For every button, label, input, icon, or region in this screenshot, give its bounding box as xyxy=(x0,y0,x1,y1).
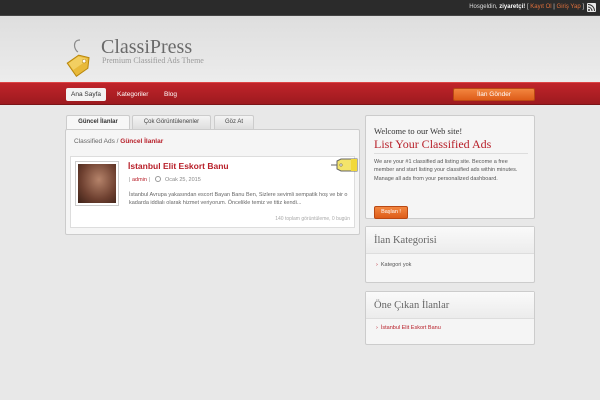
featured-link[interactable]: İstanbul Elit Eskort Banu xyxy=(381,325,441,331)
tab-browse[interactable]: Göz At xyxy=(214,115,254,129)
listing-date: Ocak 25, 2015 xyxy=(164,177,201,183)
main-area: Güncel İlanlar Çok Görüntülenenler Göz A… xyxy=(0,105,600,400)
list-item: › Kategori yok xyxy=(376,262,411,268)
price-tag-icon xyxy=(331,158,358,172)
featured-widget-title: Öne Çıkan İlanlar xyxy=(374,300,450,311)
category-widget-title: İlan Kategorisi xyxy=(374,235,437,246)
listings-panel: Classified Ads / Güncel İlanlar İstanbul… xyxy=(65,129,360,235)
user-greeting: Hosgeldin, ziyaretçi! [ Kayıt Ol | Giriş… xyxy=(469,4,584,10)
main-nav: Ana Sayfa Kategoriler Blog İlan Gönder xyxy=(0,82,600,105)
listing-thumbnail[interactable] xyxy=(75,161,119,206)
start-button[interactable]: Başlan ! xyxy=(374,206,408,219)
divider xyxy=(374,153,528,154)
rss-icon[interactable] xyxy=(587,3,596,12)
breadcrumb: Classified Ads / Güncel İlanlar xyxy=(74,138,164,145)
listing-description: İstanbul Avrupa yakasından escort Bayan … xyxy=(129,192,348,206)
tab-latest[interactable]: Güncel İlanlar xyxy=(66,115,130,129)
bullet-icon: › xyxy=(376,325,378,331)
listing-meta: | admin | Ocak 25, 2015 xyxy=(129,176,201,183)
site-header: ClassiPress Premium Classified Ads Theme xyxy=(0,16,600,82)
welcome-subheading: List Your Classified Ads xyxy=(374,137,492,151)
featured-widget: Öne Çıkan İlanlar › İstanbul Elit Eskort … xyxy=(365,291,535,345)
greeting-text: Hosgeldin, xyxy=(469,4,498,10)
tab-most-viewed[interactable]: Çok Görüntülenenler xyxy=(132,115,211,129)
top-bar: Hosgeldin, ziyaretçi! [ Kayıt Ol | Giriş… xyxy=(0,0,600,16)
listing-title[interactable]: İstanbul Elit Eskort Banu xyxy=(128,161,229,171)
nav-categories[interactable]: Kategoriler xyxy=(112,88,153,101)
listing-author[interactable]: admin xyxy=(132,177,147,183)
post-ad-button[interactable]: İlan Gönder xyxy=(453,88,535,101)
listing-stats: 140 toplam görüntüleme, 0 bugün xyxy=(275,216,350,222)
username: ziyaretçi! xyxy=(499,4,526,10)
welcome-text: We are your #1 classified ad listing sit… xyxy=(374,159,518,182)
register-link[interactable]: Kayıt Ol xyxy=(530,4,551,10)
list-item[interactable]: › İstanbul Elit Eskort Banu xyxy=(376,325,441,331)
nav-home[interactable]: Ana Sayfa xyxy=(66,88,106,101)
breadcrumb-root[interactable]: Classified Ads xyxy=(74,138,115,145)
site-subtitle: Premium Classified Ads Theme xyxy=(102,56,204,65)
breadcrumb-current: Güncel İlanlar xyxy=(120,138,164,145)
welcome-widget: Welcome to our Web site! List Your Class… xyxy=(365,115,535,219)
listing-item: İstanbul Elit Eskort Banu | admin | Ocak… xyxy=(70,156,358,228)
clock-icon xyxy=(155,176,162,182)
category-empty-text: Kategori yok xyxy=(380,262,412,268)
category-widget: İlan Kategorisi › Kategori yok xyxy=(365,226,535,283)
user-icon: | xyxy=(129,177,131,183)
nav-blog[interactable]: Blog xyxy=(159,88,182,101)
login-link[interactable]: Giriş Yap xyxy=(557,4,581,10)
bullet-icon: › xyxy=(376,262,378,268)
welcome-heading: Welcome to our Web site! xyxy=(374,126,463,136)
price-tag-icon xyxy=(66,39,90,77)
